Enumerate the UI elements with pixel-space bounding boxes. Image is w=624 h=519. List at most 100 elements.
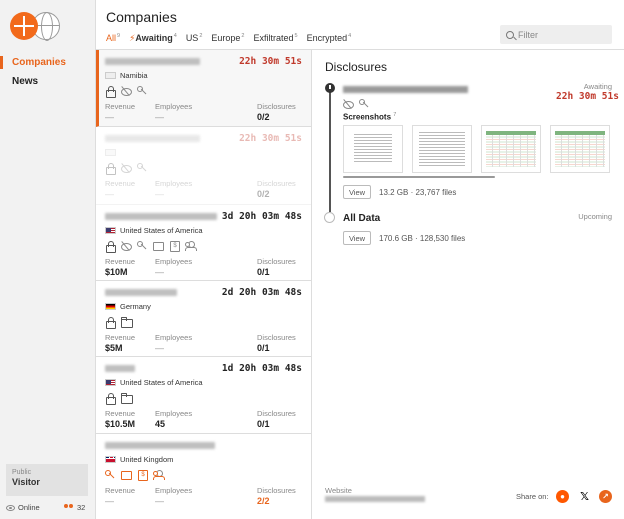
countdown-timer: 22h 30m 51s (239, 56, 302, 67)
flag-icon (105, 149, 116, 156)
folder-icon (121, 316, 133, 328)
company-card[interactable]: 22h 30m 51s Revenue — Employees — Disclosu… (96, 127, 311, 205)
spreadsheet-preview (486, 131, 536, 167)
company-list[interactable]: 22h 30m 51s Namibia Revenue — Employees — … (96, 50, 312, 519)
tab-europe[interactable]: Europe2 (211, 33, 244, 48)
company-card[interactable]: 22h 30m 51s Namibia Revenue — Employees — … (96, 50, 311, 127)
revenue-label: Revenue (105, 486, 136, 495)
search-icon (506, 30, 514, 39)
eye-off-icon (121, 163, 132, 173)
flag-icon (105, 72, 116, 79)
company-card[interactable]: 3d 20h 03m 48s United States of America … (96, 205, 311, 281)
company-card[interactable]: United Kingdom Revenue— Employees— Discl… (96, 434, 311, 519)
countdown-timer: 1d 20h 03m 48s (221, 363, 302, 374)
thumbnails-scrollbar[interactable] (343, 176, 495, 178)
tab-awaiting[interactable]: ⚡Awaiting4 (129, 33, 177, 48)
flag-us-icon (105, 379, 116, 386)
eye-icon (6, 504, 15, 511)
tab-encrypted[interactable]: Encrypted4 (307, 33, 352, 48)
flag-uk-icon (105, 456, 116, 463)
revenue-value: $5M (105, 343, 123, 353)
share-icon[interactable]: ↗ (599, 490, 612, 503)
disclosure-timer: 22h 30m 51s (556, 91, 619, 102)
tab-us[interactable]: US2 (186, 33, 203, 48)
screenshot-thumbnail[interactable] (343, 125, 403, 173)
clock-icon (325, 83, 335, 93)
company-name-redacted (105, 58, 200, 65)
revenue-value: $10.5M (105, 419, 136, 429)
lock-icon (105, 162, 116, 175)
employees-value: 45 (155, 419, 166, 429)
visitor-name: Visitor (12, 477, 40, 487)
company-name-redacted (105, 289, 177, 296)
key-icon (137, 85, 147, 96)
logo[interactable] (10, 12, 60, 42)
disclosure-name-redacted (343, 86, 468, 93)
lock-icon (105, 85, 116, 98)
disclosures-value: 0/1 (257, 343, 270, 353)
disclosures-value: 2/2 (257, 496, 270, 506)
visitor-box[interactable]: Public Visitor (6, 464, 88, 496)
key-icon (359, 99, 369, 109)
nav-companies[interactable]: Companies (0, 56, 66, 69)
company-name-redacted (105, 213, 217, 220)
key-icon (105, 469, 115, 480)
disclosures-value: 0/1 (257, 419, 270, 429)
user-count-value: 32 (77, 503, 86, 512)
timeline-line (329, 87, 331, 212)
share-label: Share on: (516, 492, 549, 501)
country-name: United States of America (120, 226, 203, 235)
screenshot-thumbnail[interactable] (412, 125, 472, 173)
reddit-icon[interactable]: ● (556, 490, 569, 503)
disclosures-label: Disclosures (257, 257, 296, 266)
screenshot-thumbnail[interactable] (481, 125, 541, 173)
screenshots-label: Screenshots 7 (343, 112, 397, 122)
eye-off-icon (343, 99, 354, 109)
disclosures-label: Disclosures (257, 179, 296, 188)
all-data-status: Upcoming (578, 212, 612, 221)
crosshair-logo-icon (10, 12, 38, 40)
company-card[interactable]: 1d 20h 03m 48s United States of America … (96, 357, 311, 434)
filter-input[interactable] (518, 29, 608, 40)
countdown-timer: 22h 30m 51s (239, 133, 302, 144)
document-preview (354, 134, 392, 164)
disclosures-value: 0/1 (257, 267, 270, 277)
tab-exfiltrated[interactable]: Exfiltrated5 (253, 33, 297, 48)
revenue-label: Revenue (105, 333, 136, 342)
revenue-value: — (105, 189, 114, 199)
key-icon (137, 162, 147, 173)
employees-value: — (155, 343, 164, 353)
sidebar: Companies News Public Visitor Online 32 (0, 0, 96, 519)
employees-value: — (155, 496, 164, 506)
screenshot-thumbnail[interactable] (550, 125, 610, 173)
view-button[interactable]: View (343, 185, 371, 199)
disclosures-value: 0/2 (257, 189, 270, 199)
employees-label: Employees (155, 179, 193, 188)
eye-off-icon (121, 86, 132, 96)
people-icon (185, 241, 197, 251)
employees-label: Employees (155, 102, 193, 111)
revenue-label: Revenue (105, 409, 136, 418)
revenue-label: Revenue (105, 102, 136, 111)
revenue-value: $10M (105, 267, 128, 277)
disclosure-status: Awaiting (583, 82, 612, 91)
nav-news[interactable]: News (12, 76, 38, 87)
disclosures-label: Disclosures (257, 102, 296, 111)
disclosures-label: Disclosures (257, 409, 296, 418)
filter-box[interactable] (500, 25, 612, 44)
x-icon[interactable]: 𝕏 (578, 490, 591, 503)
user-count: 32 (64, 503, 85, 512)
company-name-redacted (105, 365, 135, 372)
flag-de-icon (105, 303, 116, 310)
page-title: Companies (106, 9, 177, 25)
spreadsheet-preview (555, 131, 605, 167)
disclosures-label: Disclosures (257, 486, 296, 495)
all-data-size: 170.6 GB · 128,530 files (379, 234, 466, 243)
website-redacted[interactable] (325, 496, 425, 502)
tab-all[interactable]: All9 (106, 33, 121, 51)
employees-label: Employees (155, 257, 193, 266)
view-button[interactable]: View (343, 231, 371, 245)
company-name-redacted (105, 135, 200, 142)
company-card[interactable]: 2d 20h 03m 48s Germany Revenue $5M Employ… (96, 281, 311, 357)
people-icon (153, 470, 165, 480)
